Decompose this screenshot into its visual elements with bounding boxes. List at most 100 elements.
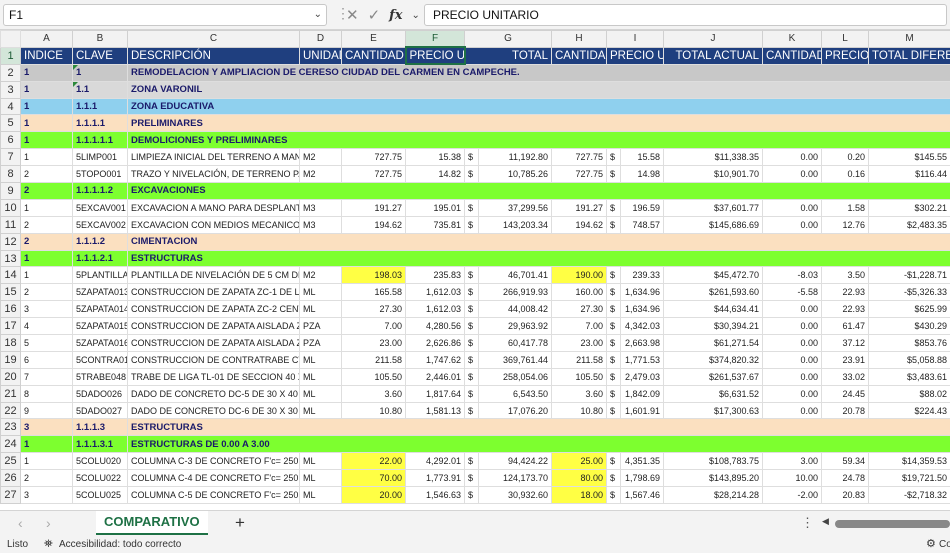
table-cell[interactable]: M2 xyxy=(299,266,342,285)
select-all-corner[interactable] xyxy=(0,30,21,48)
table-cell[interactable]: $430.29 xyxy=(868,317,950,336)
table-cell[interactable]: 0.00 xyxy=(762,401,822,420)
chevron-down-icon[interactable]: ⌄ xyxy=(314,5,322,25)
table-cell[interactable]: 3 xyxy=(20,486,73,504)
table-cell[interactable]: 30,932.60 xyxy=(478,486,552,504)
table-cell[interactable]: $145,686.69 xyxy=(663,215,763,234)
row-header[interactable]: 18 xyxy=(0,334,21,352)
table-cell[interactable]: 11,192.80 xyxy=(478,148,552,167)
row-header[interactable]: 14 xyxy=(0,266,21,285)
table-cell[interactable]: 1,747.62 xyxy=(405,350,465,369)
table-cell[interactable]: 165.58 xyxy=(341,283,406,302)
table-cell[interactable]: $853.76 xyxy=(868,334,950,352)
table-cell[interactable]: $5,058.88 xyxy=(868,350,950,369)
table-cell[interactable]: EXCAVACION CON MEDIOS MECANICOS EN xyxy=(127,215,300,234)
group-title-cell[interactable]: EXCAVACIONES xyxy=(127,182,950,200)
row-header[interactable]: 8 xyxy=(0,165,21,184)
table-cell[interactable]: 5COLU025 xyxy=(72,486,128,504)
column-header[interactable]: C xyxy=(127,30,300,48)
selected-cell[interactable]: PRECIO UNITARIO xyxy=(404,46,466,66)
row-header[interactable]: 19 xyxy=(0,350,21,369)
table-cell[interactable]: 20.00 xyxy=(341,486,406,504)
table-cell[interactable]: 5TRABE048 xyxy=(72,367,128,386)
table-cell[interactable]: M2 xyxy=(299,165,342,184)
table-cell[interactable]: 7.00 xyxy=(341,317,406,336)
table-cell[interactable]: 20.83 xyxy=(821,486,869,504)
table-cell[interactable]: $ xyxy=(464,401,479,420)
table-cell[interactable]: 191.27 xyxy=(341,198,406,217)
table-cell[interactable]: 0.20 xyxy=(821,148,869,167)
table-cell[interactable]: 25.00 xyxy=(551,452,607,471)
table-cell[interactable]: 70.00 xyxy=(341,469,406,488)
table-cell[interactable]: 5DADO026 xyxy=(72,384,128,403)
table-cell[interactable]: 1.1.1.1 xyxy=(72,114,128,133)
table-cell[interactable]: 27.30 xyxy=(551,300,607,319)
table-cell[interactable]: 1.1.1.3.1 xyxy=(72,435,128,454)
table-cell[interactable]: 211.58 xyxy=(341,350,406,369)
table-cell[interactable]: $ xyxy=(464,266,479,285)
table-cell[interactable]: $ xyxy=(606,334,621,352)
table-cell[interactable]: ML xyxy=(299,384,342,403)
table-cell[interactable]: COLUMNA C-3 DE CONCRETO F'c= 250 KG/ xyxy=(127,452,300,471)
header-cell[interactable]: INDICE xyxy=(20,46,73,65)
spreadsheet-grid[interactable]: A B C D E F G H I J K L M 1 INDICE CLAVE… xyxy=(0,30,950,504)
table-cell[interactable]: 369,761.44 xyxy=(478,350,552,369)
table-cell[interactable]: 23.00 xyxy=(341,334,406,352)
table-cell[interactable]: CONSTRUCCION DE ZAPATA ZC-2 CENTRAL xyxy=(127,300,300,319)
table-cell[interactable]: 1.1.1.3 xyxy=(72,418,128,437)
table-cell[interactable]: 94,424.22 xyxy=(478,452,552,471)
column-header[interactable]: A xyxy=(20,30,73,48)
table-cell[interactable]: 12.76 xyxy=(821,215,869,234)
group-title-cell[interactable]: ESTRUCTURAS DE 0.00 A 3.00 xyxy=(127,435,950,454)
header-cell[interactable]: CANTIDAD xyxy=(341,46,406,65)
table-cell[interactable]: -$1,228.71 xyxy=(868,266,950,285)
table-cell[interactable]: 124,173.70 xyxy=(478,469,552,488)
table-cell[interactable]: 10.80 xyxy=(551,401,607,420)
table-cell[interactable]: 735.81 xyxy=(405,215,465,234)
table-cell[interactable]: 1.1.1 xyxy=(72,97,128,116)
table-cell[interactable]: 80.00 xyxy=(551,469,607,488)
table-cell[interactable]: $ xyxy=(606,266,621,285)
row-header[interactable]: 20 xyxy=(0,367,21,386)
table-cell[interactable]: CONSTRUCCION DE ZAPATA AISLADA Z-4 D xyxy=(127,334,300,352)
table-cell[interactable]: 17,076.20 xyxy=(478,401,552,420)
column-header-selected[interactable]: F xyxy=(405,30,465,49)
row-header[interactable]: 3 xyxy=(0,80,21,99)
group-title-cell[interactable]: ESTRUCTURAS xyxy=(127,418,950,437)
group-title-cell[interactable]: PRELIMINARES xyxy=(127,114,950,133)
table-cell[interactable]: $28,214.28 xyxy=(663,486,763,504)
table-cell[interactable]: PZA xyxy=(299,334,342,352)
table-cell[interactable]: $ xyxy=(464,165,479,184)
header-cell[interactable]: PRECIO UNITARIO xyxy=(821,46,869,65)
table-cell[interactable]: $ xyxy=(464,148,479,167)
row-header[interactable]: 17 xyxy=(0,317,21,336)
group-title-cell[interactable]: ZONA EDUCATIVA xyxy=(127,97,950,116)
header-cell[interactable]: CANTIDAD xyxy=(762,46,822,65)
header-cell[interactable]: CLAVE xyxy=(72,46,128,65)
table-cell[interactable]: 1,567.46 xyxy=(620,486,664,504)
table-cell[interactable]: 105.50 xyxy=(341,367,406,386)
table-cell[interactable]: 1 xyxy=(20,435,73,454)
table-cell[interactable]: $ xyxy=(606,198,621,217)
scroll-left-icon[interactable]: ◀ xyxy=(822,516,829,527)
table-cell[interactable]: 0.00 xyxy=(762,367,822,386)
table-cell[interactable]: $45,472.70 xyxy=(663,266,763,285)
table-cell[interactable]: DADO DE CONCRETO DC-6 DE 30 X 30 CON xyxy=(127,401,300,420)
row-header[interactable]: 26 xyxy=(0,469,21,488)
table-cell[interactable]: 1,771.53 xyxy=(620,350,664,369)
horizontal-scrollbar[interactable] xyxy=(835,520,950,528)
table-cell[interactable]: 1 xyxy=(20,198,73,217)
table-cell[interactable]: $ xyxy=(464,384,479,403)
table-cell[interactable]: 5ZAPATA015 xyxy=(72,317,128,336)
table-cell[interactable]: $ xyxy=(464,300,479,319)
table-cell[interactable]: $145.55 xyxy=(868,148,950,167)
table-cell[interactable]: 46,701.41 xyxy=(478,266,552,285)
table-cell[interactable]: $ xyxy=(464,452,479,471)
table-cell[interactable]: 3.00 xyxy=(762,452,822,471)
table-cell[interactable]: 20.78 xyxy=(821,401,869,420)
row-header[interactable]: 12 xyxy=(0,232,21,251)
table-cell[interactable]: 195.01 xyxy=(405,198,465,217)
table-cell[interactable]: 105.50 xyxy=(551,367,607,386)
table-cell[interactable]: 1.1.1.1.1 xyxy=(72,131,128,150)
table-cell[interactable]: 194.62 xyxy=(341,215,406,234)
